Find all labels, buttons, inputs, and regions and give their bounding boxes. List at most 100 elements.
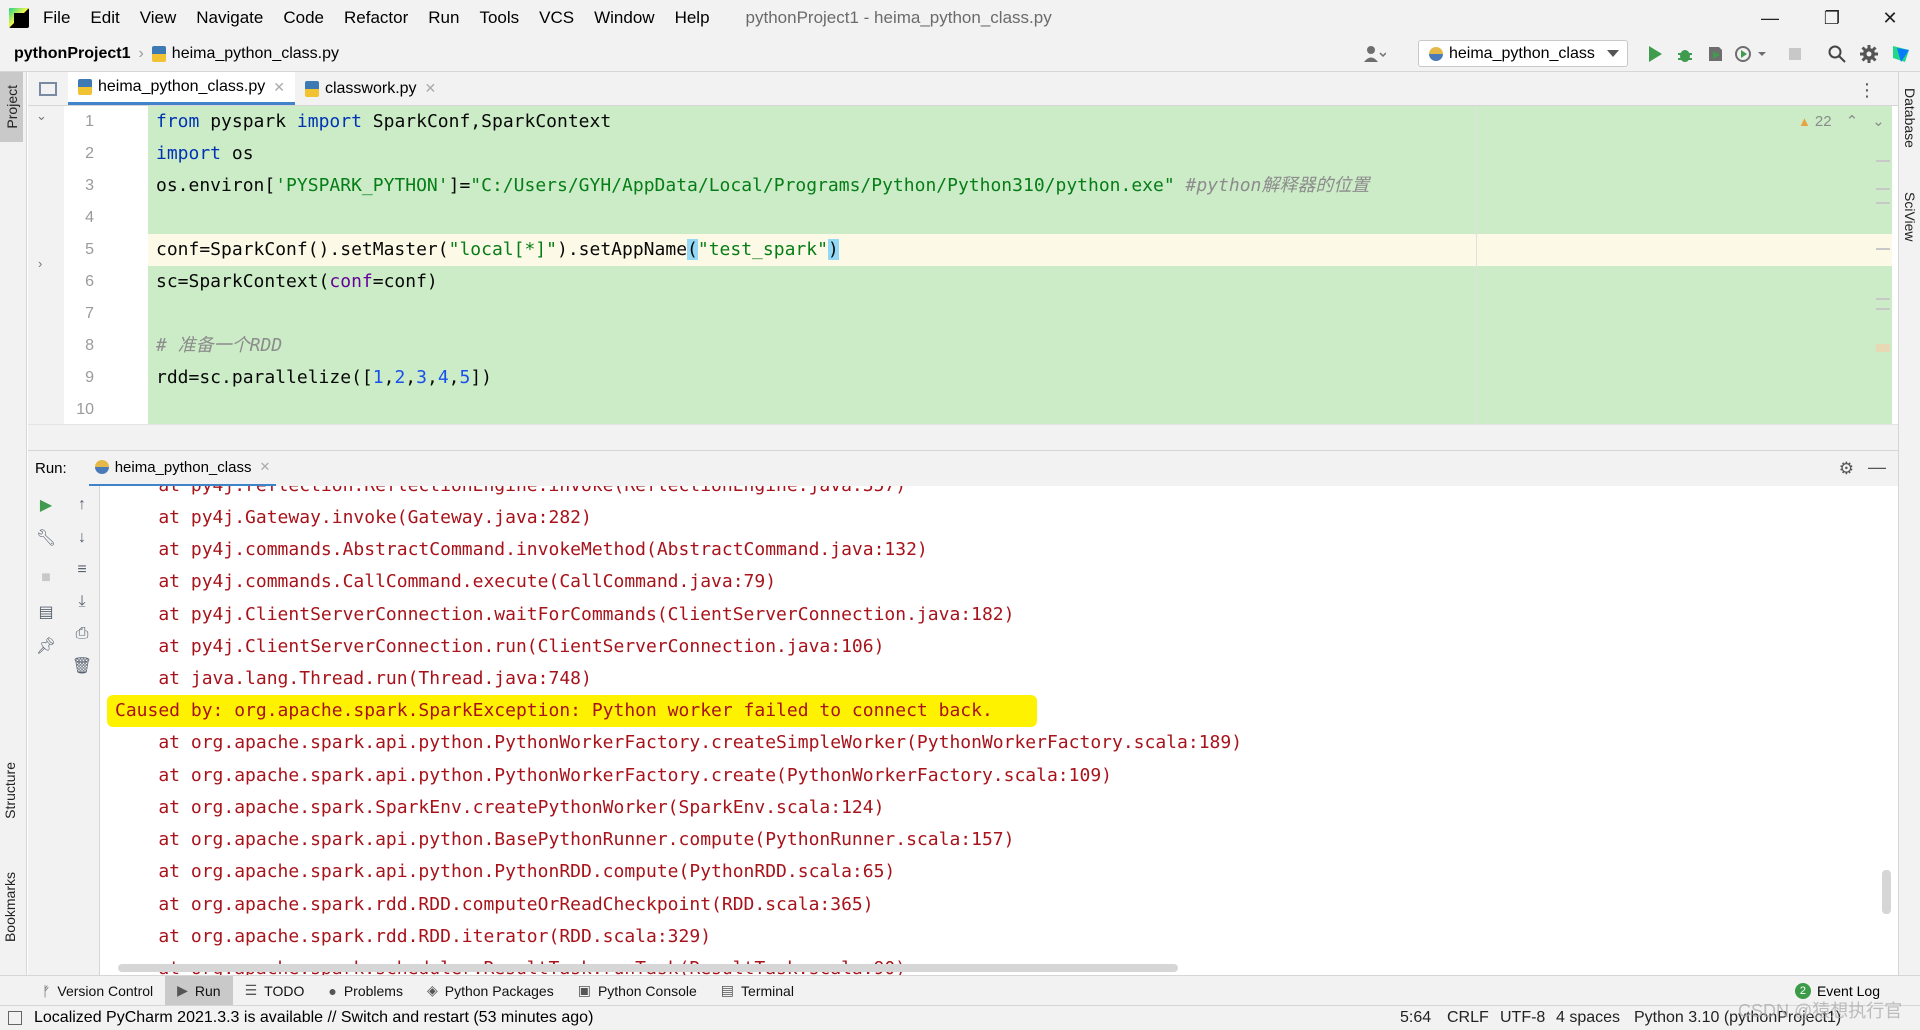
- close-icon[interactable]: ✕: [273, 79, 285, 96]
- tab-run[interactable]: ▶ Run: [165, 975, 233, 1006]
- file-encoding[interactable]: UTF-8: [1500, 1009, 1545, 1027]
- menu-view[interactable]: View: [140, 8, 177, 28]
- project-view-toggle-icon[interactable]: [28, 72, 68, 105]
- close-icon[interactable]: ✕: [425, 80, 437, 97]
- scroll-to-end-icon[interactable]: ⤓: [72, 592, 92, 612]
- tab-version-control[interactable]: ᚠ Version Control: [30, 976, 165, 1006]
- terminal-icon: ▤: [720, 982, 735, 998]
- trash-icon[interactable]: 🗑︎: [72, 656, 92, 676]
- stop-icon[interactable]: [1784, 43, 1806, 65]
- profile-icon[interactable]: [1734, 43, 1768, 65]
- sciview-tool-tab[interactable]: SciView: [1902, 192, 1918, 242]
- python-file-icon: [94, 460, 109, 474]
- packages-icon: ◈: [426, 982, 438, 998]
- user-icon[interactable]: [1364, 43, 1386, 65]
- run-tab[interactable]: heima_python_class ✕: [88, 451, 277, 487]
- chevron-up-icon[interactable]: ⌃: [1846, 112, 1859, 130]
- tab-python-console[interactable]: ▣ Python Console: [566, 976, 709, 1006]
- chevron-right-icon[interactable]: ›: [38, 256, 42, 271]
- console-vertical-scrollbar[interactable]: [1882, 870, 1891, 914]
- run-toolbar-secondary: ↑ ↓ ≡ ⤓ ⎙ 🗑︎: [64, 486, 100, 975]
- line-number: 5: [85, 241, 94, 258]
- run-console-output[interactable]: at py4j.reflection.ReflectionEngine.invo…: [100, 486, 1898, 975]
- line-separator[interactable]: CRLF: [1447, 1009, 1489, 1027]
- tab-classwork[interactable]: classwork.py ✕: [295, 72, 446, 105]
- menu-edit[interactable]: Edit: [90, 8, 119, 28]
- caret-position[interactable]: 5:64: [1400, 1009, 1431, 1027]
- close-window-button[interactable]: ✕: [1860, 0, 1920, 36]
- print-icon[interactable]: ⎙: [72, 624, 92, 644]
- console-line: at py4j.reflection.ReflectionEngine.invo…: [115, 486, 906, 502]
- coverage-icon[interactable]: [1704, 43, 1726, 65]
- run-configuration-dropdown[interactable]: heima_python_class: [1418, 40, 1628, 67]
- debug-icon[interactable]: [1674, 43, 1696, 65]
- pin-icon[interactable]: 📌︎: [36, 636, 56, 656]
- code-text: ]): [470, 367, 493, 388]
- restore-window-button[interactable]: ❐: [1802, 0, 1862, 36]
- wrench-icon[interactable]: 🔧︎: [36, 528, 56, 548]
- breadcrumb-file[interactable]: heima_python_class.py: [172, 45, 339, 63]
- line-number: 2: [85, 145, 94, 162]
- breadcrumb-project[interactable]: pythonProject1: [14, 45, 130, 63]
- chevron-down-icon[interactable]: ⌄: [36, 108, 47, 124]
- gear-icon[interactable]: [1858, 43, 1880, 65]
- line-number-gutter: 1 2 3 4 5 6 7 8 9 10: [64, 106, 148, 424]
- menu-code[interactable]: Code: [283, 8, 324, 28]
- menu-run[interactable]: Run: [428, 8, 459, 28]
- status-message[interactable]: Localized PyCharm 2021.3.3 is available …: [34, 1009, 593, 1027]
- bookmarks-tool-tab[interactable]: Bookmarks: [2, 872, 18, 942]
- notification-icon[interactable]: [8, 1011, 22, 1025]
- right-tool-strip: Database SciView: [1898, 72, 1920, 975]
- stop-icon[interactable]: ■: [36, 568, 56, 588]
- code-editor[interactable]: from pyspark import SparkConf,SparkConte…: [148, 106, 1892, 424]
- chevron-down-icon: [1607, 50, 1619, 57]
- structure-tool-tab[interactable]: Structure: [2, 762, 18, 819]
- database-tool-tab[interactable]: Database: [1902, 88, 1918, 148]
- project-tool-tab[interactable]: Project: [0, 72, 23, 142]
- number-literal: 1: [372, 367, 384, 388]
- more-icon[interactable]: ⋮: [1858, 80, 1876, 101]
- inspection-widget[interactable]: ▲ 22 ⌃ ⌄: [1798, 112, 1885, 131]
- tab-python-packages[interactable]: ◈ Python Packages: [415, 976, 566, 1006]
- tab-label: Terminal: [741, 982, 794, 999]
- menu-navigate[interactable]: Navigate: [196, 8, 263, 28]
- code-text: sc=SparkContext(: [156, 271, 330, 292]
- menu-help[interactable]: Help: [675, 8, 710, 28]
- tab-label: Python Console: [597, 982, 697, 999]
- editor-horizontal-scrollbar[interactable]: [28, 424, 1898, 450]
- code-text: os: [221, 143, 254, 164]
- tab-problems[interactable]: ● Problems: [316, 976, 415, 1006]
- soft-wrap-icon[interactable]: ≡: [72, 560, 92, 580]
- gear-icon[interactable]: ⚙: [1839, 459, 1854, 479]
- console-line: at py4j.ClientServerConnection.waitForCo…: [115, 604, 1015, 625]
- arrow-down-icon[interactable]: ↓: [72, 528, 92, 548]
- menu-vcs[interactable]: VCS: [539, 8, 574, 28]
- tab-todo[interactable]: ☰ TODO: [233, 976, 317, 1006]
- console-error-cause: Caused by: org.apache.spark.SparkExcepti…: [115, 700, 993, 721]
- rerun-icon[interactable]: ▶: [36, 495, 56, 515]
- close-icon[interactable]: ✕: [259, 459, 270, 475]
- menu-refactor[interactable]: Refactor: [344, 8, 408, 28]
- indent-setting[interactable]: 4 spaces: [1556, 1009, 1620, 1027]
- stripe-mark: [1876, 308, 1890, 310]
- minimize-icon[interactable]: —: [1868, 457, 1886, 478]
- number-literal: 3: [416, 367, 427, 388]
- minimize-window-button[interactable]: —: [1740, 0, 1800, 36]
- code-text: pyspark: [199, 111, 297, 132]
- jetbrains-icon[interactable]: [1890, 43, 1912, 65]
- menu-window[interactable]: Window: [594, 8, 654, 28]
- tab-terminal[interactable]: ▤ Terminal: [709, 976, 806, 1006]
- python-file-icon: [304, 80, 319, 97]
- run-icon[interactable]: [1644, 43, 1666, 65]
- run-tab-label: heima_python_class: [114, 458, 252, 476]
- search-icon[interactable]: [1826, 43, 1848, 65]
- menu-tools[interactable]: Tools: [479, 8, 519, 28]
- line-number: 7: [85, 305, 94, 322]
- code-text: rdd=sc.parallelize([: [156, 367, 373, 388]
- editor-error-stripe[interactable]: [1876, 112, 1890, 362]
- console-horizontal-scrollbar[interactable]: [118, 964, 1178, 972]
- menu-file[interactable]: File: [43, 8, 70, 28]
- tab-heima-python-class[interactable]: heima_python_class.py ✕: [68, 72, 295, 105]
- arrow-up-icon[interactable]: ↑: [72, 495, 92, 515]
- layout-icon[interactable]: ▤: [36, 602, 56, 622]
